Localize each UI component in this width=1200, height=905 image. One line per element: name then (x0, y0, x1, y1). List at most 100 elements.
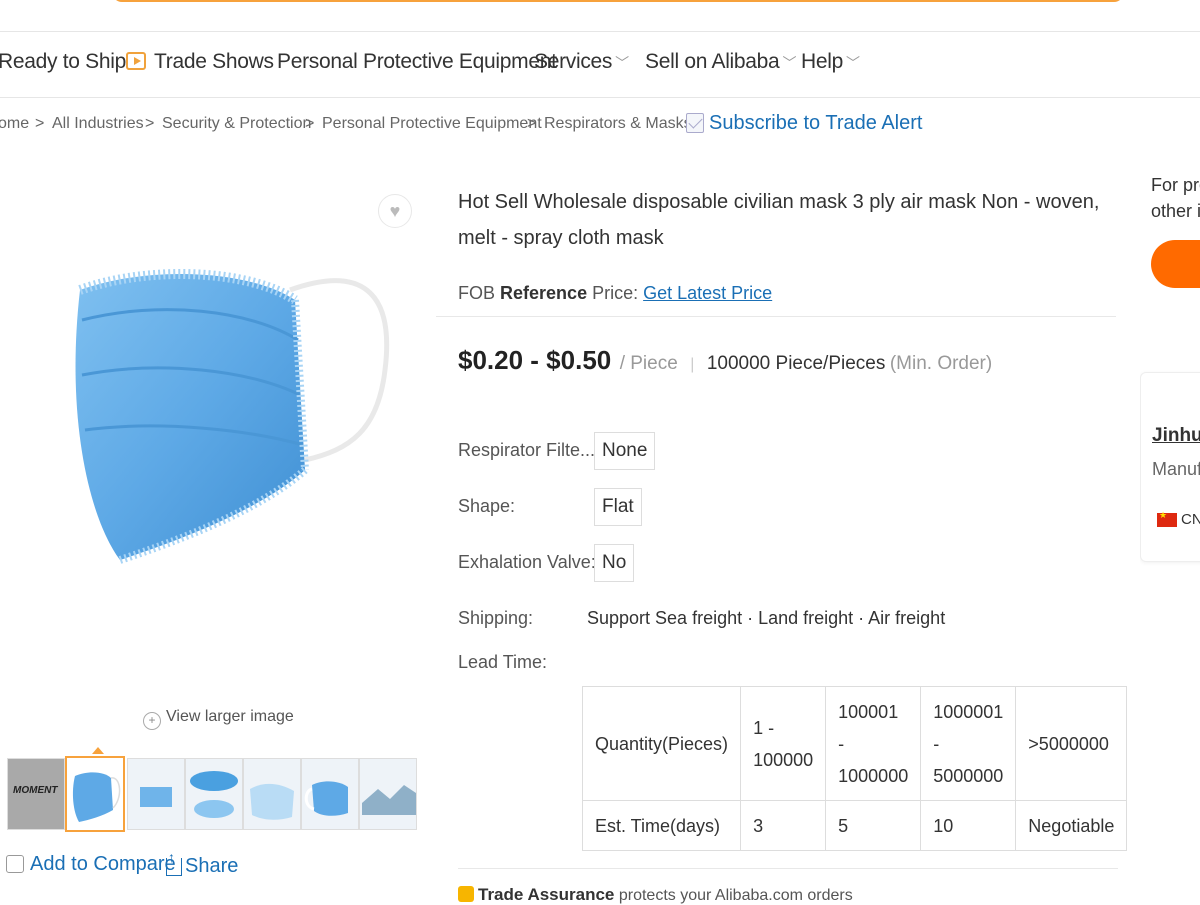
attr-value-exhalation-valve[interactable]: No (594, 544, 635, 582)
nav-item-label: Trade Shows (154, 50, 274, 73)
quantity-cell: 100001 - 1000000 (825, 686, 922, 801)
price-unit: / Piece (619, 353, 678, 374)
breadcrumb-separator: > (527, 115, 537, 132)
price-range: $0.20 - $0.50 (458, 345, 612, 375)
trade-assurance-line: Trade Assurance protects your Alibaba.co… (458, 884, 853, 905)
lead-time-label: Lead Time: (458, 652, 548, 672)
quantity-cell: >5000000 (1015, 686, 1128, 801)
thumbnail-mask-2[interactable] (127, 758, 185, 830)
compare-share-row: Add to Compare Share (6, 849, 238, 877)
divider (458, 868, 1118, 869)
mail-icon (686, 113, 704, 133)
trade-assurance-bold[interactable]: Trade Assurance (478, 885, 614, 904)
contact-supplier-button[interactable] (1151, 240, 1200, 288)
table-row: Quantity(Pieces) 1 - 100000 100001 - 100… (581, 686, 1128, 801)
quantity-cell: 1000001 - 5000000 (920, 686, 1017, 801)
breadcrumb-separator: > (145, 115, 155, 132)
category-nav: Ready to Ship Trade Shows Personal Prote… (0, 32, 1200, 98)
add-to-compare-link[interactable]: Add to Compare (30, 853, 176, 875)
nav-item-label: Sell on Alibaba (645, 50, 780, 73)
supplier-name-link[interactable]: Jinhua (1152, 425, 1200, 447)
quantity-line: >5000000 (1028, 733, 1109, 754)
table-header-cell: Est. Time(days) (581, 800, 742, 851)
nav-item-label: Personal Protective Equipment (277, 50, 557, 73)
quantity-line: 100000 (753, 749, 814, 770)
table-row: Est. Time(days) 3 5 10 Negotiable (581, 800, 1128, 851)
breadcrumb-respirators-masks[interactable]: Respirators & Masks (544, 115, 692, 133)
breadcrumb-security-protection[interactable]: Security & Protection (162, 115, 311, 133)
view-larger-image-link[interactable]: + View larger image (143, 708, 294, 730)
nav-item-label: Ready to Ship (0, 50, 127, 73)
thumbnail-strip: MOMENT (7, 747, 417, 832)
share-icon (166, 849, 182, 876)
price-row: $0.20 - $0.50 / Piece | 100000 Piece/Pie… (458, 345, 992, 376)
zoom-in-icon: + (143, 712, 161, 730)
nav-item-sell-on-alibaba[interactable]: Sell on Alibaba ﹀ (645, 50, 796, 74)
nav-item-ppe[interactable]: Personal Protective Equipment (277, 50, 557, 74)
favorite-button[interactable]: ♥ (378, 194, 412, 228)
thumbnail-label: MOMENT (13, 785, 58, 796)
time-cell: Negotiable (1015, 800, 1128, 851)
mask-thumbnail-image (304, 781, 348, 816)
mask-thumbnail-image (190, 771, 238, 818)
right-panel-hint: For pro other i (1151, 172, 1200, 224)
time-cell: 3 (740, 800, 827, 851)
top-search-strip (0, 0, 1200, 32)
attr-label-exhalation-valve: Exhalation Valve: (458, 552, 596, 572)
quantity-line: 100001 - (838, 701, 899, 754)
mask-thumbnail-image (250, 783, 294, 820)
heart-icon: ♥ (389, 200, 401, 221)
thumbnail-mask-4[interactable] (243, 758, 301, 830)
mask-thumbnail-image (72, 772, 121, 822)
supplier-card: Jinhua Manuf CN (1140, 372, 1200, 562)
nav-item-trade-shows[interactable]: Trade Shows (126, 50, 274, 74)
time-cell: 5 (825, 800, 922, 851)
nav-item-label: Help (801, 50, 843, 73)
breadcrumb: ome > All Industries > Security & Protec… (0, 112, 1100, 140)
lead-time-table: Quantity(Pieces) 1 - 100000 100001 - 100… (581, 686, 1128, 851)
breadcrumb-all-industries[interactable]: All Industries (52, 115, 144, 133)
attr-label-shape: Shape: (458, 496, 516, 516)
quantity-line: 1 - (753, 717, 775, 738)
thumbnail-mask-1[interactable] (65, 756, 125, 832)
mask-thumbnail-image (362, 785, 416, 815)
min-order-qty: 100000 Piece/Pieces (706, 353, 886, 374)
view-larger-label: View larger image (166, 708, 294, 725)
thumbnail-mask-3[interactable] (185, 758, 243, 830)
quantity-line: 5000000 (933, 765, 1004, 786)
china-flag-icon (1157, 510, 1177, 527)
mask-thumbnail-image (140, 787, 172, 807)
thumbnail-mask-5[interactable] (301, 758, 359, 830)
attr-value-filter[interactable]: None (594, 432, 656, 470)
shipping-value: Support Sea freight · Land freight · Air… (587, 608, 946, 628)
search-bar-edge[interactable] (112, 0, 1124, 2)
chevron-down-icon: ﹀ (782, 55, 797, 71)
thumbnail-caret-icon (92, 747, 104, 754)
attr-value-shape[interactable]: Flat (594, 488, 642, 526)
fob-bold: Reference (500, 283, 588, 303)
thumbnail-mask-6[interactable] (359, 758, 417, 830)
chevron-down-icon: ﹀ (615, 55, 629, 71)
separator: | (690, 356, 695, 373)
nav-item-ready-to-ship[interactable]: Ready to Ship (0, 50, 126, 74)
supplier-type: Manuf (1152, 459, 1200, 479)
shipping-label: Shipping: (458, 608, 534, 628)
breadcrumb-ppe[interactable]: Personal Protective Equipment (322, 115, 542, 133)
attr-label-filter: Respirator Filte... (458, 440, 596, 460)
product-gallery: ♥ + View larger image MOMENT Add to Comp… (0, 180, 430, 900)
breadcrumb-home[interactable]: ome (0, 115, 29, 133)
share-link[interactable]: Share (166, 849, 238, 878)
thumbnail-video[interactable]: MOMENT (7, 758, 65, 830)
get-latest-price-link[interactable]: Get Latest Price (643, 283, 772, 303)
table-header-cell: Quantity(Pieces) (581, 686, 742, 801)
time-cell: 10 (920, 800, 1017, 851)
add-to-compare-checkbox[interactable] (6, 855, 24, 873)
quantity-line: 1000001 (933, 701, 1004, 722)
right-panel: For pro other i Jinhua Manuf CN (1140, 170, 1200, 900)
nav-item-services[interactable]: Services ﹀ (534, 50, 629, 74)
product-main-image[interactable] (60, 260, 400, 580)
nav-item-help[interactable]: Help ﹀ (801, 50, 860, 74)
divider (436, 316, 1116, 317)
subscribe-trade-alert-link[interactable]: Subscribe to Trade Alert (709, 112, 922, 135)
quantity-line: 1000000 (838, 765, 909, 786)
